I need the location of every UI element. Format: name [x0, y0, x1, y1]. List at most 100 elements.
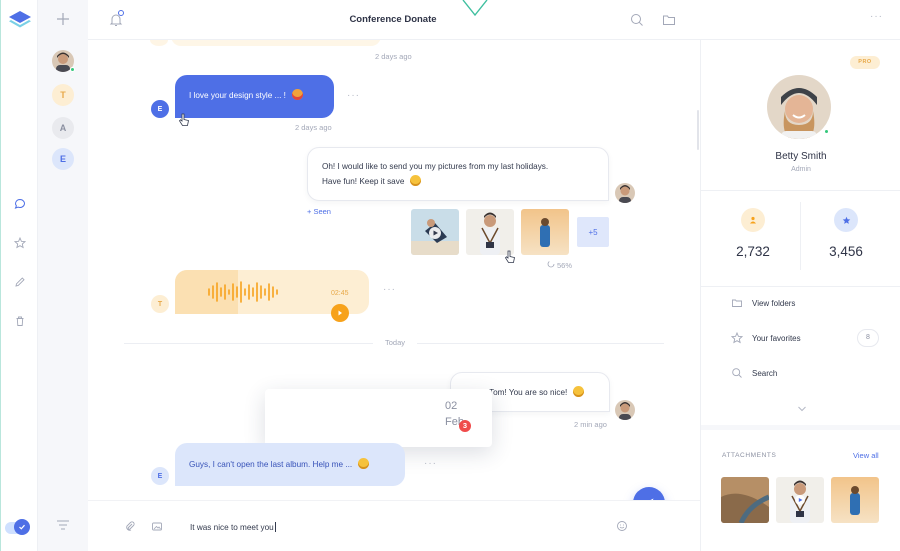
image-icon[interactable]: [151, 520, 163, 532]
menu-item-label: Your favorites: [752, 334, 801, 343]
audio-message-bubble: 02:45: [175, 270, 369, 322]
sender-avatar: [615, 183, 635, 203]
play-icon: [338, 310, 342, 316]
profile-avatar: [767, 75, 831, 139]
star-icon: [834, 208, 858, 232]
message-text: Oh! I would like to send you my pictures…: [322, 162, 549, 171]
paperclip-icon[interactable]: [124, 520, 136, 532]
search-icon: [732, 368, 742, 378]
date-divider-label: Today: [373, 338, 417, 347]
menu-item-label: Search: [752, 369, 778, 378]
message-options-icon[interactable]: ···: [347, 90, 360, 101]
waveform-icon: [208, 281, 278, 303]
scrollbar[interactable]: [697, 110, 699, 150]
message-text: Guys, I can't open the last album. Help …: [189, 460, 353, 469]
sender-avatar: [615, 400, 635, 420]
menu-item-label: View folders: [752, 299, 796, 308]
star-icon[interactable]: [7, 230, 33, 256]
date-picker-popup[interactable]: 02 Feb 3: [265, 389, 492, 447]
stat-followers: 2,732: [736, 244, 770, 259]
divider: [701, 190, 900, 191]
online-indicator: [824, 129, 829, 134]
stat-likes: 3,456: [829, 244, 863, 259]
hand-cursor-icon: [178, 113, 189, 126]
sender-avatar: T: [151, 295, 169, 313]
star-icon: [731, 332, 743, 344]
online-indicator: [70, 67, 75, 72]
message-time: 2 days ago: [295, 123, 332, 132]
divider: [800, 202, 801, 270]
message-text: Tom! You are so nice!: [489, 388, 568, 397]
previous-message-bubble: [171, 40, 381, 46]
message-time: 2 min ago: [574, 420, 607, 429]
text-caret: [274, 522, 276, 532]
upload-progress: 56%: [557, 261, 573, 270]
chat-area: ··· 2 days ago E I love your design styl…: [88, 40, 700, 500]
divider: [701, 425, 900, 430]
theme-toggle[interactable]: [5, 519, 30, 535]
photo-thumbnail[interactable]: [521, 209, 569, 255]
chevron-down-icon: [462, 0, 488, 17]
notification-dot: [118, 10, 124, 16]
heart-eyes-emoji-icon: [291, 89, 303, 100]
menu-item-favorites[interactable]: Your favorites 8: [731, 329, 891, 348]
pencil-icon[interactable]: [7, 269, 33, 295]
trash-icon[interactable]: [7, 308, 33, 334]
play-button[interactable]: [331, 304, 349, 322]
layers-logo-icon[interactable]: [4, 8, 36, 32]
seen-link[interactable]: + Seen: [307, 207, 331, 216]
contact-avatar-a[interactable]: A: [52, 117, 74, 139]
more-options-icon[interactable]: ···: [870, 11, 883, 22]
date-day: 02: [445, 400, 458, 412]
audio-duration: 02:45: [331, 290, 349, 297]
message-text: Have fun! Keep it save: [322, 177, 405, 186]
chevron-down-icon[interactable]: [797, 405, 807, 413]
folder-icon: [732, 299, 742, 307]
message-input[interactable]: It was nice to meet you: [190, 522, 276, 532]
hand-cursor-icon: [504, 250, 515, 263]
plus-icon[interactable]: [53, 9, 73, 29]
contact-avatar-e[interactable]: E: [52, 148, 74, 170]
photo-thumbnail[interactable]: [466, 209, 514, 255]
attachment-thumbnail[interactable]: [831, 477, 879, 523]
profile-panel: PRO Betty Smith Admin 2,732 3,456 View f…: [700, 40, 900, 551]
check-icon: [14, 519, 30, 535]
chat-header: Conference Donate ···: [88, 0, 900, 40]
filter-icon[interactable]: [55, 518, 71, 532]
notification-badge: 3: [459, 420, 471, 432]
menu-item-search[interactable]: Search: [731, 365, 891, 383]
left-rail: [0, 0, 38, 551]
emoji-icon[interactable]: [616, 520, 628, 532]
chat-bubble-icon[interactable]: [7, 191, 33, 217]
attachment-thumbnail[interactable]: [721, 477, 769, 523]
sender-avatar: E: [151, 467, 169, 485]
attachments-title: ATTACHMENTS: [722, 452, 777, 459]
grin-emoji-icon: [410, 175, 422, 186]
view-all-link[interactable]: View all: [853, 451, 879, 460]
profile-role: Admin: [791, 166, 811, 173]
message-text: I love your design style ... !: [189, 91, 286, 100]
message-input-value: It was nice to meet you: [190, 523, 274, 532]
menu-item-folders[interactable]: View folders: [731, 295, 891, 313]
photo-thumbnail[interactable]: [411, 209, 459, 255]
message-options-icon[interactable]: ···: [424, 458, 437, 469]
message-time: 2 days ago: [375, 52, 412, 61]
grin-emoji-icon: [573, 386, 585, 397]
attachment-thumbnail[interactable]: [776, 477, 824, 523]
message-bubble: Guys, I can't open the last album. Help …: [175, 443, 405, 486]
contact-avatar-t[interactable]: T: [52, 84, 74, 106]
message-bubble: Oh! I would like to send you my pictures…: [307, 147, 609, 201]
search-icon[interactable]: [629, 12, 645, 28]
avatar: [150, 40, 168, 46]
sender-avatar: E: [151, 100, 169, 118]
contacts-column: T A E: [38, 0, 88, 551]
pro-badge: PRO: [850, 56, 880, 69]
page-title: Conference Donate: [349, 14, 437, 25]
more-photos-button[interactable]: +5: [577, 217, 609, 247]
message-options-icon[interactable]: ···: [383, 284, 396, 295]
folder-icon[interactable]: [661, 12, 677, 28]
user-icon: [741, 208, 765, 232]
message-composer: It was nice to meet you: [88, 500, 700, 551]
sad-emoji-icon: [358, 458, 370, 469]
favorites-count: 8: [857, 329, 879, 347]
